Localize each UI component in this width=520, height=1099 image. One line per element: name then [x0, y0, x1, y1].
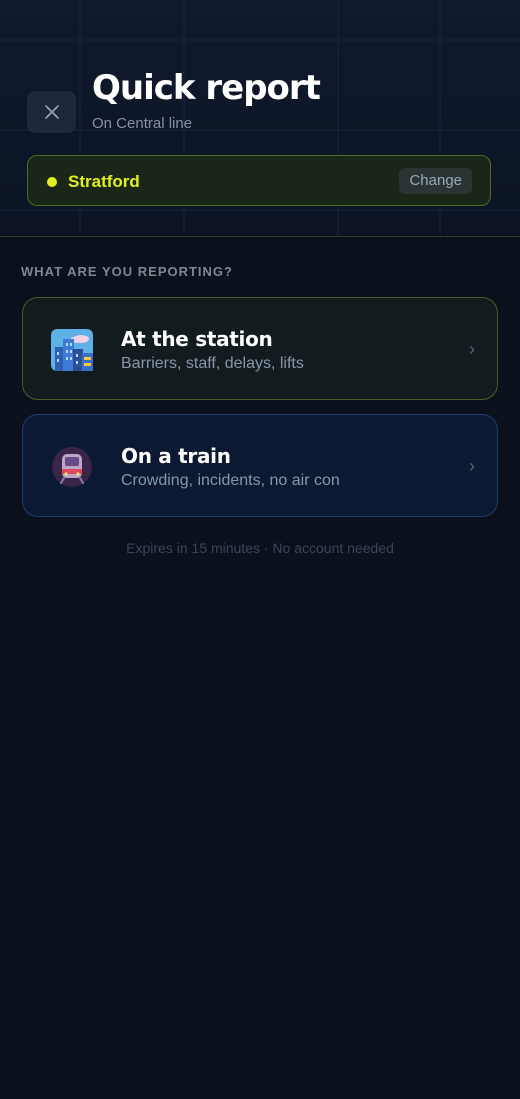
city-buildings-icon: [51, 329, 93, 371]
train-icon: [52, 447, 92, 487]
page-title: Quick report: [92, 68, 321, 108]
close-button[interactable]: [27, 91, 76, 133]
selected-station: Stratford Change: [27, 155, 491, 206]
footer-note: Expires in 15 minutes · No account neede…: [126, 540, 394, 556]
option-title: On a train: [121, 444, 231, 468]
report-header: Quick report On Central line Stratford C…: [0, 0, 520, 237]
station-status-dot: [47, 177, 57, 187]
report-option-train[interactable]: On a train Crowding, incidents, no air c…: [22, 414, 498, 517]
chevron-right-icon: ›: [469, 339, 475, 359]
option-subtitle: Crowding, incidents, no air con: [121, 472, 340, 489]
close-icon: [44, 105, 59, 119]
section-label: WHAT ARE YOU REPORTING?: [21, 264, 233, 279]
option-title: At the station: [121, 327, 273, 351]
station-name: Stratford: [68, 172, 140, 191]
option-subtitle: Barriers, staff, delays, lifts: [121, 355, 304, 372]
report-option-station[interactable]: At the station Barriers, staff, delays, …: [22, 297, 498, 400]
line-subtitle: On Central line: [92, 115, 193, 132]
chevron-right-icon: ›: [469, 456, 475, 476]
change-station-button[interactable]: Change: [399, 168, 472, 194]
